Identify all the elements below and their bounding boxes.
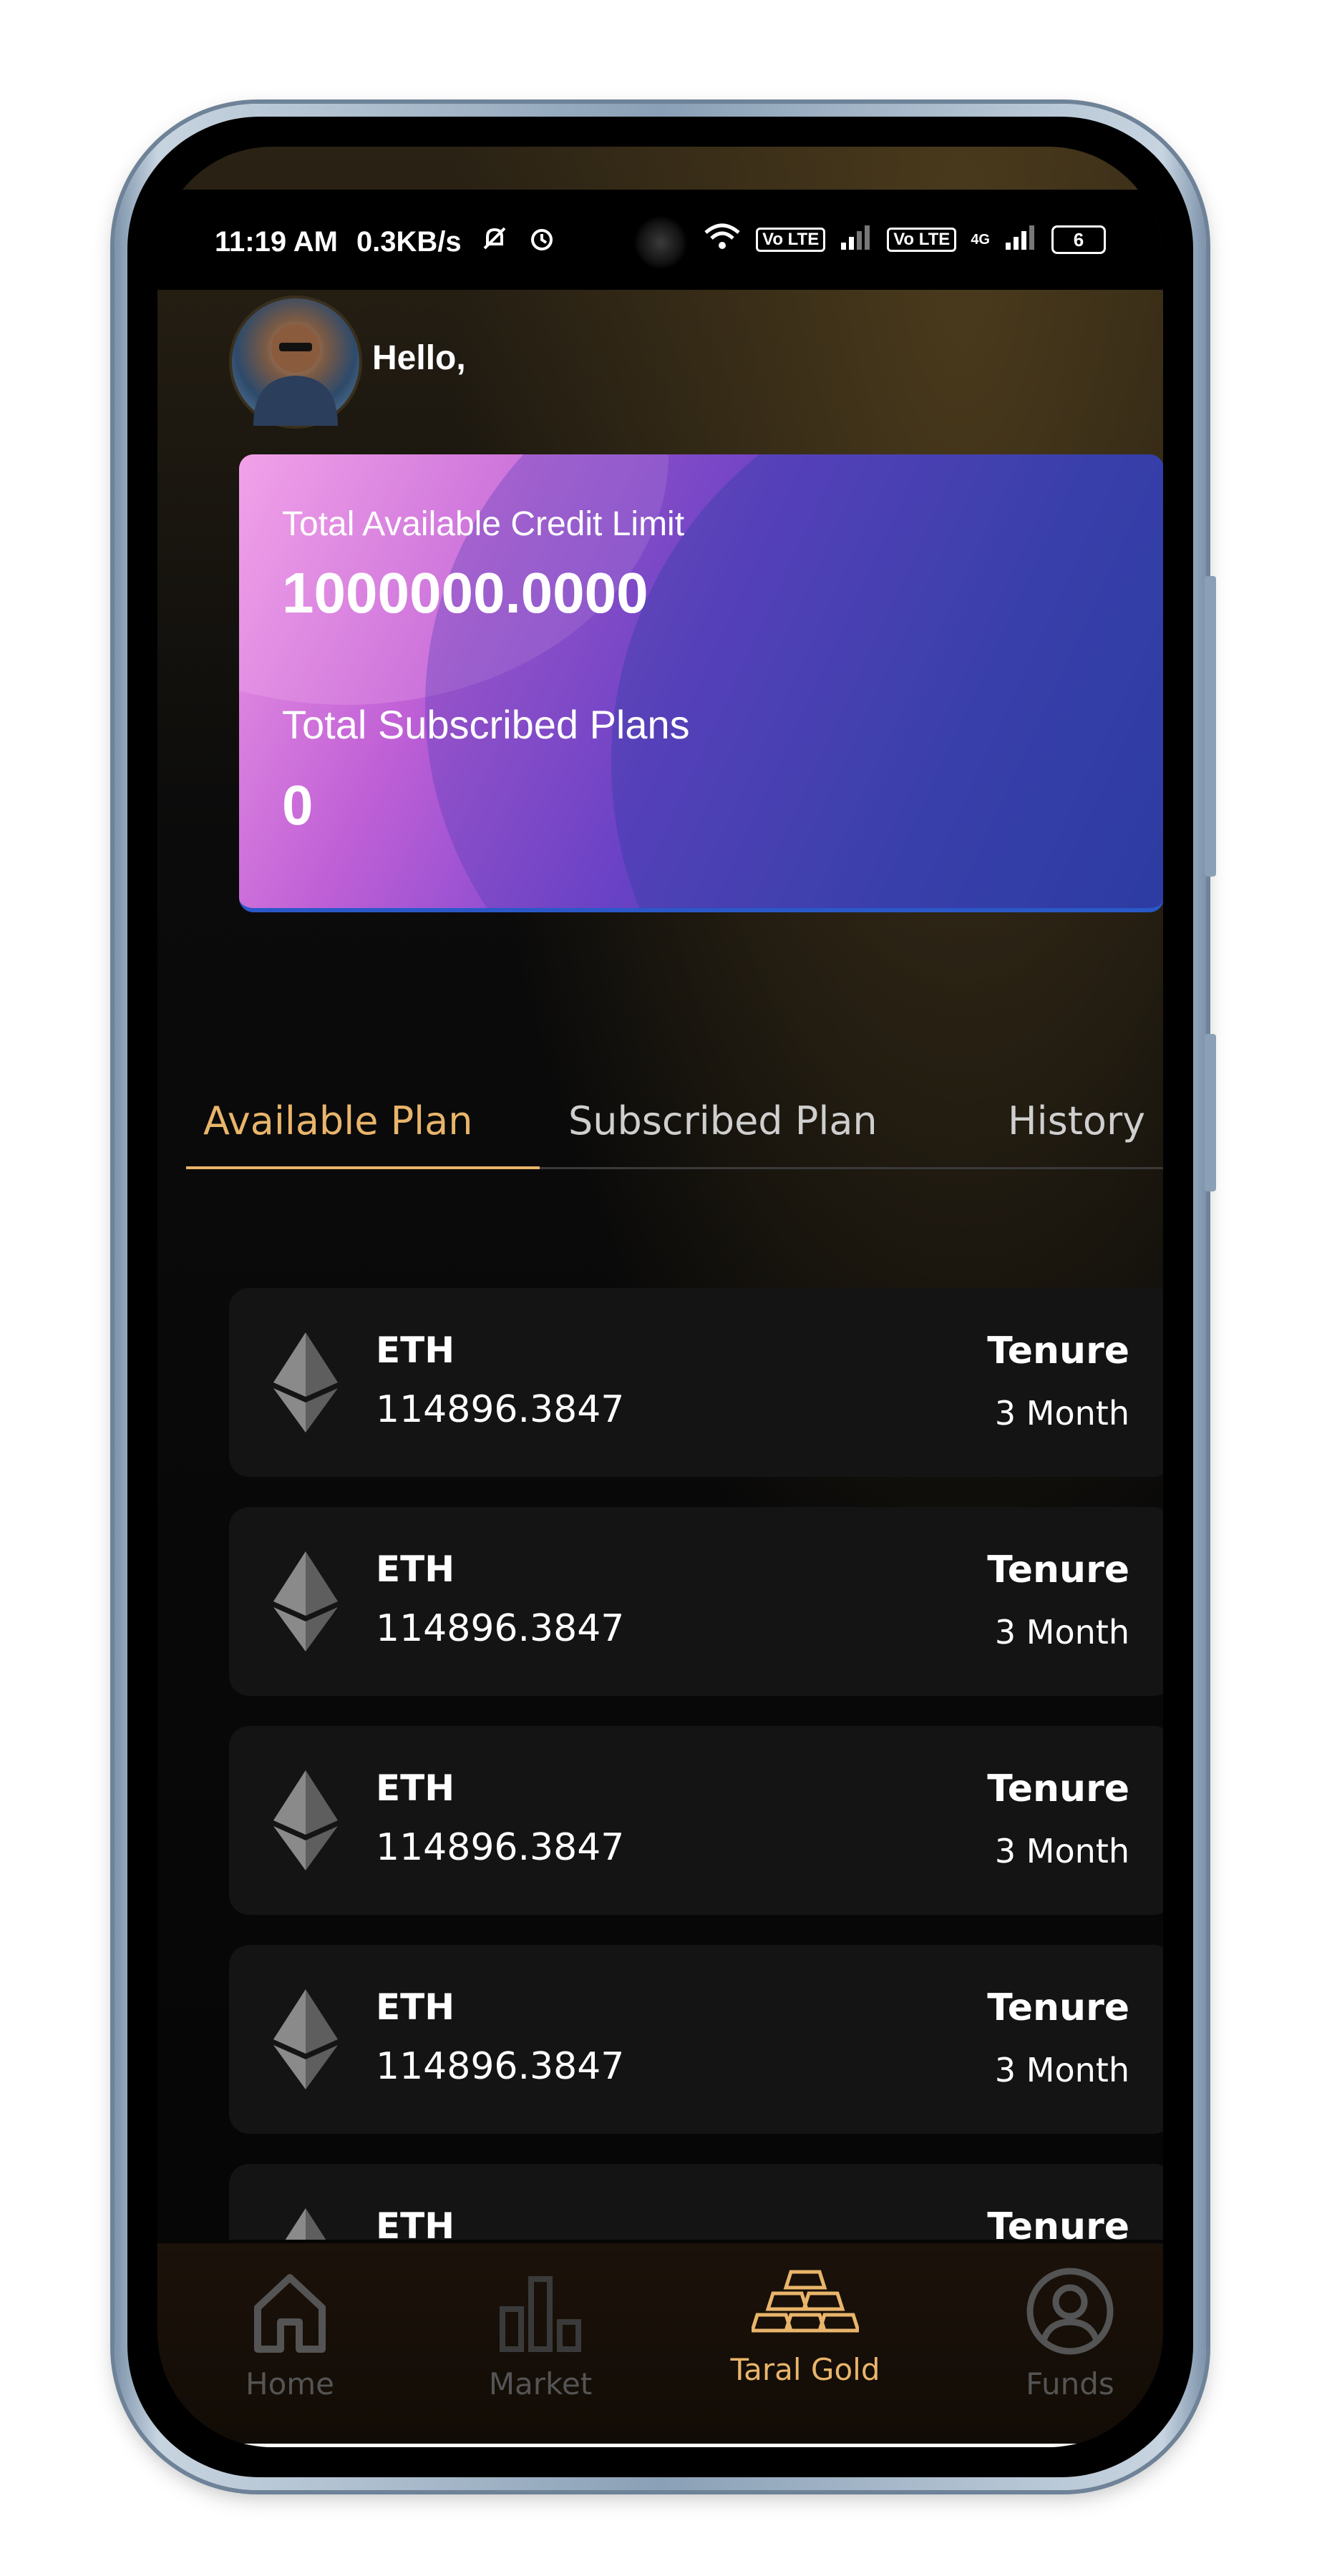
plan-tenure-label: Tenure	[987, 1330, 1129, 1372]
nav-home[interactable]: Home	[200, 2265, 379, 2401]
greeting: Hello,	[372, 339, 466, 377]
volume-button	[1205, 576, 1216, 877]
plan-card[interactable]: ETH 114896.3847 Tenure 3 Month	[229, 1726, 1163, 1915]
plan-duration: 3 Month	[994, 1613, 1129, 1652]
sim1-volte-badge: Vo LTE	[756, 228, 826, 252]
tab-subscribed-plan[interactable]: Subscribed Plan	[568, 1098, 878, 1143]
subscribed-plans-value: 0	[282, 774, 314, 836]
plan-duration: 3 Month	[994, 1394, 1129, 1433]
tab-history[interactable]: History	[1008, 1098, 1145, 1143]
plan-coin: ETH	[376, 1330, 455, 1371]
plan-card[interactable]: ETH Tenure	[229, 2164, 1163, 2240]
plan-tabs: Available Plan Subscribed Plan History	[186, 1098, 1163, 1169]
plan-duration: 3 Month	[994, 2051, 1129, 2089]
battery-icon: 6	[1051, 225, 1106, 254]
bottom-nav: Home Market Taral Gold Funds	[157, 2243, 1163, 2444]
plan-coin: ETH	[376, 1767, 455, 1809]
plan-coin: ETH	[376, 1986, 455, 2028]
nav-funds[interactable]: Funds	[981, 2265, 1160, 2401]
plan-coin: ETH	[376, 1548, 455, 1590]
bar-chart-icon	[500, 2276, 581, 2352]
ethereum-icon	[273, 1989, 338, 2089]
plan-amount: 114896.3847	[376, 1388, 625, 1431]
alarm-icon	[528, 224, 556, 260]
plan-tenure-label: Tenure	[987, 1986, 1129, 2029]
signal-icon-2	[1004, 224, 1037, 255]
wifi-icon	[703, 223, 742, 257]
nav-market[interactable]: Market	[451, 2265, 630, 2401]
home-icon	[254, 2274, 326, 2353]
plan-card[interactable]: ETH 114896.3847 Tenure 3 Month	[229, 1288, 1163, 1477]
nav-label-market: Market	[488, 2366, 593, 2401]
card-decoration	[611, 454, 1163, 908]
status-network-speed: 0.3KB/s	[356, 225, 462, 258]
muted-bell-icon	[480, 224, 509, 260]
phone-frame: 11:19 AM 0.3KB/s Vo LTE Vo LTE 4G 6 Hell…	[115, 104, 1216, 2490]
plan-amount: 114896.3847	[376, 1826, 625, 1869]
app-screen: 11:19 AM 0.3KB/s Vo LTE Vo LTE 4G 6 Hell…	[157, 147, 1163, 2447]
ethereum-icon	[273, 1770, 338, 1870]
battery-level: 6	[1073, 228, 1084, 250]
active-tab-indicator	[186, 1166, 540, 1169]
signal-icon	[840, 224, 873, 255]
nav-label-home: Home	[245, 2366, 335, 2401]
tab-available-plan[interactable]: Available Plan	[203, 1098, 472, 1143]
plan-tenure-label: Tenure	[987, 1767, 1129, 1810]
phone-bezel: 11:19 AM 0.3KB/s Vo LTE Vo LTE 4G 6 Hell…	[127, 117, 1193, 2477]
plan-amount: 114896.3847	[376, 2045, 625, 2088]
plan-tenure-label: Tenure	[987, 2205, 1129, 2240]
nav-label-funds: Funds	[1026, 2366, 1114, 2401]
plan-amount: 114896.3847	[376, 1607, 625, 1650]
system-nav-bar	[157, 2444, 1163, 2447]
credit-limit-label: Total Available Credit Limit	[282, 505, 685, 543]
plan-coin: ETH	[376, 2205, 455, 2240]
ethereum-icon	[273, 1332, 338, 1433]
credit-summary-card: Total Available Credit Limit 1000000.000…	[239, 454, 1163, 912]
plan-card[interactable]: ETH 114896.3847 Tenure 3 Month	[229, 1507, 1163, 1696]
avatar[interactable]	[229, 296, 362, 429]
subscribed-plans-label: Total Subscribed Plans	[282, 702, 690, 747]
plan-list: ETH 114896.3847 Tenure 3 Month ETH 11489…	[229, 1288, 1163, 2240]
front-camera	[633, 215, 688, 270]
gold-bars-icon	[752, 2270, 859, 2333]
ethereum-icon	[285, 2208, 326, 2240]
plan-duration: 3 Month	[994, 1832, 1129, 1870]
user-circle-icon	[1026, 2268, 1114, 2355]
power-button	[1205, 1034, 1216, 1191]
status-time: 11:19 AM	[215, 225, 338, 258]
nav-taral-gold[interactable]: Taral Gold	[716, 2265, 895, 2387]
net-type-label: 4G	[971, 231, 990, 248]
ethereum-icon	[273, 1551, 338, 1652]
credit-limit-value: 1000000.0000	[282, 561, 648, 625]
plan-tenure-label: Tenure	[987, 1548, 1129, 1591]
status-bar: 11:19 AM 0.3KB/s Vo LTE Vo LTE 4G 6	[157, 190, 1163, 290]
plan-card[interactable]: ETH 114896.3847 Tenure 3 Month	[229, 1945, 1163, 2134]
sim2-volte-badge: Vo LTE	[887, 228, 957, 252]
nav-label-taral-gold: Taral Gold	[730, 2352, 880, 2387]
